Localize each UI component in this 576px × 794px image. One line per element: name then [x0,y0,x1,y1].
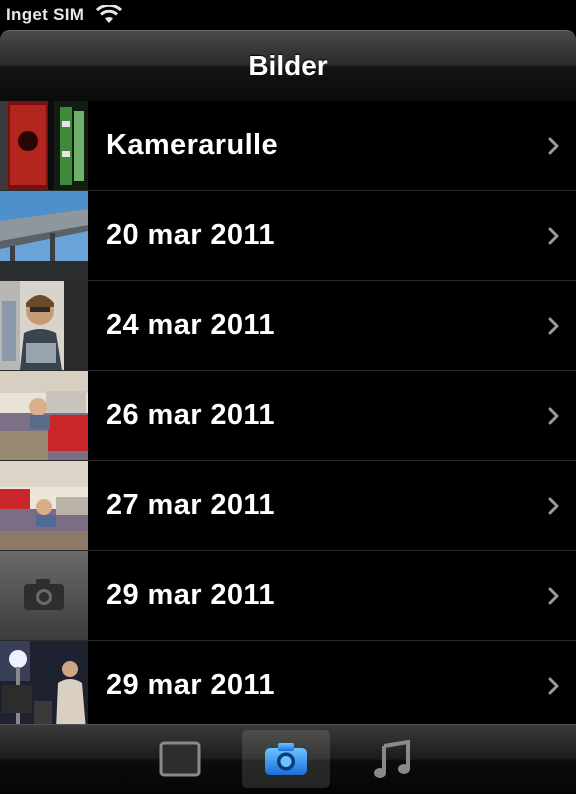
chevron-right-icon [548,587,560,605]
tab-camera[interactable] [242,730,330,788]
studio-photo-thumbnail [0,641,88,724]
square-icon [159,741,201,782]
camera-placeholder-icon [0,551,88,640]
list-item[interactable]: 26 mar 2011 [0,371,576,461]
album-label: 26 mar 2011 [106,399,275,431]
carrier-label: Inget SIM [6,5,85,24]
navigation-bar: Bilder [0,30,576,101]
wifi-icon [96,3,123,25]
camera-roll-thumbnail [0,101,88,190]
list-item[interactable]: 29 mar 2011 [0,551,576,641]
bridge-photo-thumbnail [0,191,88,280]
music-note-icon [370,738,414,787]
list-item[interactable]: 27 mar 2011 [0,461,576,551]
chevron-right-icon [548,497,560,515]
chevron-right-icon [548,317,560,335]
bedroom-photo-thumbnail [0,461,88,550]
chevron-right-icon [548,227,560,245]
album-label: 29 mar 2011 [106,579,275,611]
album-list[interactable]: Kamerarulle 20 mar 2011 24 mar 2011 26 m… [0,101,576,724]
list-item[interactable]: 20 mar 2011 [0,191,576,281]
album-label: 27 mar 2011 [106,489,275,521]
camera-icon [264,742,308,781]
status-bar: Inget SIM [0,0,576,30]
portrait-photo-thumbnail [0,281,88,370]
list-item[interactable]: 24 mar 2011 [0,281,576,371]
tab-music[interactable] [348,730,436,788]
bedroom-photo-thumbnail [0,371,88,460]
album-label: 20 mar 2011 [106,219,275,251]
chevron-right-icon [548,407,560,425]
chevron-right-icon [548,137,560,155]
list-item[interactable]: 29 mar 2011 [0,641,576,724]
chevron-right-icon [548,677,560,695]
album-label: 24 mar 2011 [106,309,275,341]
tab-bar [0,724,576,794]
list-item[interactable]: Kamerarulle [0,101,576,191]
page-title: Bilder [248,50,328,81]
album-label: Kamerarulle [106,129,279,161]
album-label: 29 mar 2011 [106,669,275,701]
tab-square[interactable] [136,730,224,788]
